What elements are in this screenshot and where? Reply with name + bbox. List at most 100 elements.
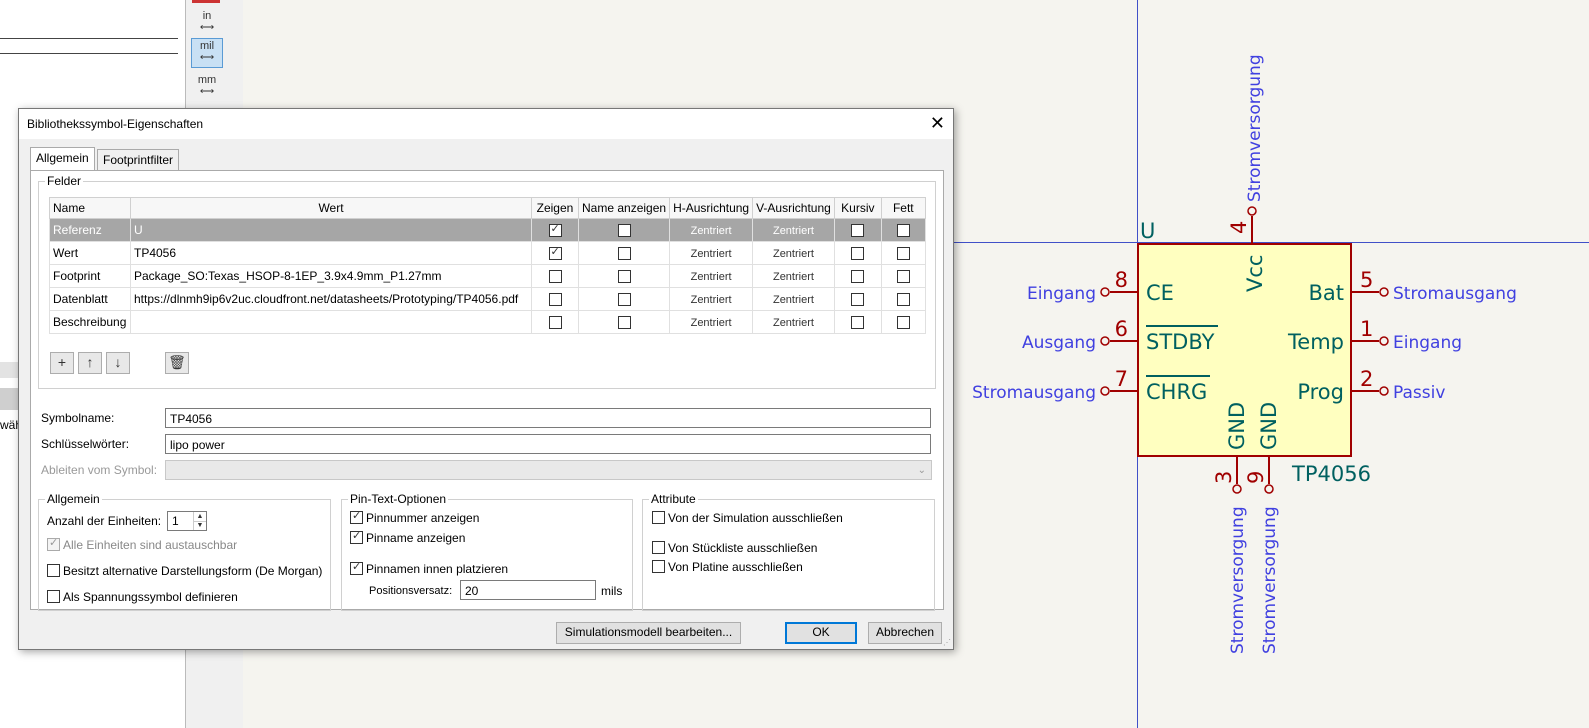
pin-endpoint[interactable] — [1379, 287, 1389, 297]
exclude-board-option[interactable]: Von Platine ausschließen — [652, 560, 803, 574]
show-name-cell[interactable] — [577, 241, 671, 265]
column-header-name[interactable]: Name — [49, 197, 131, 219]
show-checkbox[interactable] — [548, 245, 562, 261]
h-justify-cell[interactable]: Zentriert — [669, 310, 754, 334]
exclude-simulation-option[interactable]: Von der Simulation ausschließen — [652, 511, 843, 525]
bold-cell[interactable] — [880, 264, 926, 288]
cancel-button[interactable]: Abbrechen — [868, 622, 942, 644]
field-value[interactable]: Package_SO:Texas_HSOP-8-1EP_3.9x4.9mm_P1… — [130, 264, 532, 288]
column-header-h-ausrichtung[interactable]: H-Ausrichtung — [669, 197, 754, 219]
move-down-button[interactable]: ↓ — [106, 352, 130, 374]
exclude-simulation-checkbox[interactable] — [652, 511, 665, 524]
tab-footprintfilter[interactable]: Footprintfilter — [97, 149, 180, 170]
show-cell[interactable] — [531, 310, 579, 334]
pin-names-inside-label[interactable]: Pinnamen innen platzieren — [366, 562, 508, 576]
table-row[interactable]: Referenz U Zentriert Zentriert — [49, 218, 926, 242]
show-pin-names-checkbox[interactable] — [350, 529, 363, 544]
exclude-bom-label[interactable]: Von Stückliste ausschließen — [668, 541, 817, 555]
field-value[interactable] — [130, 310, 532, 334]
bold-checkbox[interactable] — [896, 293, 910, 307]
show-cell[interactable] — [531, 218, 579, 242]
table-row[interactable]: Wert TP4056 Zentriert Zentriert — [49, 241, 926, 265]
tab-allgemein[interactable]: Allgemein — [30, 147, 95, 171]
italic-checkbox[interactable] — [851, 247, 865, 261]
power-symbol-label[interactable]: Als Spannungssymbol definieren — [63, 590, 238, 604]
show-pin-names-option[interactable]: Pinname anzeigen — [350, 529, 465, 545]
pin-names-inside-option[interactable]: Pinnamen innen platzieren — [350, 560, 508, 576]
field-name[interactable]: Referenz — [49, 218, 131, 242]
column-header-zeigen[interactable]: Zeigen — [531, 197, 579, 219]
show-name-cell[interactable] — [577, 310, 671, 334]
demorgan-label[interactable]: Besitzt alternative Darstellungsform (De… — [63, 564, 322, 578]
italic-cell[interactable] — [833, 264, 882, 288]
show-name-checkbox[interactable] — [617, 270, 631, 284]
column-header-name-anzeigen[interactable]: Name anzeigen — [577, 197, 671, 219]
column-header-v-ausrichtung[interactable]: V-Ausrichtung — [752, 197, 835, 219]
column-header-fett[interactable]: Fett — [880, 197, 926, 219]
demorgan-checkbox[interactable] — [47, 564, 60, 577]
field-value[interactable]: https://dlnmh9ip6v2uc.cloudfront.net/dat… — [130, 287, 532, 311]
field-value[interactable]: TP4056 — [130, 241, 532, 265]
power-symbol-checkbox[interactable] — [47, 590, 60, 603]
show-pin-numbers-label[interactable]: Pinnummer anzeigen — [366, 511, 479, 525]
table-row[interactable]: Footprint Package_SO:Texas_HSOP-8-1EP_3.… — [49, 264, 926, 288]
pin-endpoint[interactable] — [1264, 484, 1274, 494]
bold-cell[interactable] — [880, 310, 926, 334]
field-value[interactable]: U — [130, 218, 532, 242]
add-field-button[interactable]: + — [50, 352, 74, 374]
show-cell[interactable] — [531, 287, 579, 311]
show-pin-numbers-checkbox[interactable] — [350, 509, 363, 524]
derive-dropdown[interactable]: ⌄ — [165, 460, 932, 480]
bold-cell[interactable] — [880, 241, 926, 265]
bold-checkbox[interactable] — [896, 224, 910, 238]
show-name-checkbox[interactable] — [617, 247, 631, 261]
show-name-checkbox[interactable] — [617, 316, 631, 330]
column-header-wert[interactable]: Wert — [130, 197, 532, 219]
symbolname-input[interactable]: TP4056 — [165, 408, 931, 428]
bold-cell[interactable] — [880, 287, 926, 311]
bold-checkbox[interactable] — [896, 247, 910, 261]
show-name-cell[interactable] — [577, 218, 671, 242]
spinner-down-icon[interactable]: ▼ — [193, 521, 206, 530]
bold-checkbox[interactable] — [896, 316, 910, 330]
delete-field-button[interactable]: 🗑 — [165, 352, 189, 374]
table-row[interactable]: Datenblatt https://dlnmh9ip6v2uc.cloudfr… — [49, 287, 926, 311]
show-checkbox[interactable] — [548, 316, 562, 330]
show-pin-names-label[interactable]: Pinname anzeigen — [366, 531, 465, 545]
v-justify-cell[interactable]: Zentriert — [752, 310, 835, 334]
italic-checkbox[interactable] — [851, 270, 865, 284]
italic-cell[interactable] — [833, 218, 882, 242]
italic-checkbox[interactable] — [851, 316, 865, 330]
h-justify-cell[interactable]: Zentriert — [669, 241, 754, 265]
field-name[interactable]: Footprint — [49, 264, 131, 288]
show-cell[interactable] — [531, 241, 579, 265]
italic-cell[interactable] — [833, 310, 882, 334]
dialog-titlebar[interactable]: Bibliothekssymbol-Eigenschaften ✕ — [19, 109, 953, 139]
exclude-bom-checkbox[interactable] — [652, 541, 665, 554]
demorgan-option[interactable]: Besitzt alternative Darstellungsform (De… — [47, 564, 322, 578]
show-name-checkbox[interactable] — [617, 224, 631, 238]
position-offset-input[interactable]: 20 — [460, 580, 596, 600]
italic-checkbox[interactable] — [851, 224, 865, 238]
keywords-input[interactable]: lipo power — [165, 434, 931, 454]
v-justify-cell[interactable]: Zentriert — [752, 264, 835, 288]
show-checkbox[interactable] — [548, 270, 562, 284]
h-justify-cell[interactable]: Zentriert — [669, 287, 754, 311]
pin-endpoint[interactable] — [1100, 336, 1110, 346]
symbol-reference[interactable]: U — [1140, 219, 1155, 243]
h-justify-cell[interactable]: Zentriert — [669, 264, 754, 288]
show-pin-numbers-option[interactable]: Pinnummer anzeigen — [350, 509, 479, 525]
column-header-kursiv[interactable]: Kursiv — [833, 197, 882, 219]
power-symbol-option[interactable]: Als Spannungssymbol definieren — [47, 590, 238, 604]
ok-button[interactable]: OK — [785, 622, 857, 644]
edit-simulation-model-button[interactable]: Simulationsmodell bearbeiten... — [556, 622, 741, 644]
resize-grip-icon[interactable]: ⋰ — [943, 638, 951, 647]
h-justify-cell[interactable]: Zentriert — [669, 218, 754, 242]
pin-endpoint[interactable] — [1379, 336, 1389, 346]
table-row[interactable]: Beschreibung Zentriert Zentriert — [49, 310, 926, 334]
bold-cell[interactable] — [880, 218, 926, 242]
italic-cell[interactable] — [833, 287, 882, 311]
show-checkbox[interactable] — [548, 293, 562, 307]
pin-endpoint[interactable] — [1232, 484, 1242, 494]
bold-checkbox[interactable] — [896, 270, 910, 284]
